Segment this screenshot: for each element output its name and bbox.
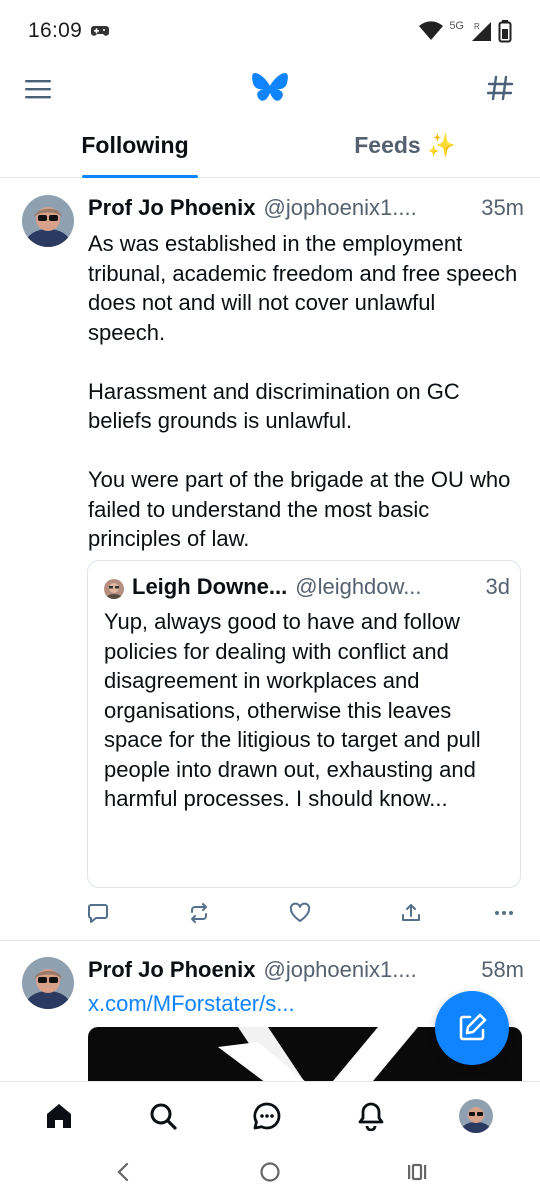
repost-icon: [191, 903, 207, 923]
bluesky-butterfly-icon[interactable]: [250, 68, 290, 108]
system-nav-bar: [0, 1147, 540, 1200]
post-header: Prof Jo Phoenix @jophoenix1.... 58m: [88, 957, 524, 983]
hamburger-menu-icon: [25, 80, 51, 99]
status-right: 5G R: [419, 19, 512, 43]
compose-button[interactable]: [435, 991, 509, 1065]
active-tab-indicator: [82, 175, 198, 178]
quote-author-name: Leigh Downe...: [132, 574, 288, 599]
nav-search[interactable]: [147, 1100, 179, 1132]
quote-author-handle: @leighdow...: [295, 574, 422, 599]
quote-text: Yup, always good to have and follow poli…: [104, 609, 481, 811]
feed-list[interactable]: Prof Jo Phoenix @jophoenix1.... 35m As w…: [0, 179, 540, 1081]
quoted-post[interactable]: Leigh Downe... @leighdow... 3d Yup, alwa…: [87, 560, 521, 888]
like-button[interactable]: [288, 901, 312, 925]
chat-icon: [253, 1102, 281, 1130]
author-name[interactable]: Prof Jo Phoenix: [88, 957, 255, 983]
home-circle-icon: [260, 1162, 280, 1182]
gamepad-icon: [90, 24, 110, 38]
post-text: As was established in the employment tri…: [88, 231, 518, 551]
post-timestamp[interactable]: 58m: [481, 957, 524, 983]
author-avatar[interactable]: [22, 195, 74, 247]
feeds-hash-button[interactable]: [482, 70, 518, 106]
system-recents-button[interactable]: [402, 1157, 432, 1187]
status-time: 16:09: [28, 19, 83, 42]
share-button[interactable]: [399, 901, 423, 925]
network-label: 5G: [449, 20, 464, 32]
compose-icon: [459, 1013, 487, 1041]
notifications-icon: [358, 1102, 384, 1131]
recents-icon: [408, 1163, 427, 1181]
battery-icon: [498, 19, 512, 43]
author-avatar[interactable]: [22, 957, 74, 1009]
app-header: [0, 62, 540, 116]
search-icon: [150, 1103, 177, 1130]
profile-avatar[interactable]: [459, 1099, 493, 1133]
home-icon: [47, 1104, 71, 1128]
feed-post[interactable]: Prof Jo Phoenix @jophoenix1.... 35m As w…: [0, 179, 540, 941]
more-button[interactable]: [492, 901, 516, 925]
post-link[interactable]: x.com/MForstater/s...: [88, 991, 295, 1017]
author-handle[interactable]: @jophoenix1....: [263, 957, 475, 983]
quote-author-avatar: [104, 579, 124, 599]
repost-button[interactable]: [187, 901, 211, 925]
tab-following[interactable]: Following: [0, 118, 270, 177]
hash-icon: [486, 75, 514, 101]
quote-timestamp: 3d: [485, 574, 510, 599]
reply-icon: [88, 904, 108, 923]
signal-icon: R: [470, 20, 492, 42]
author-name[interactable]: Prof Jo Phoenix: [88, 195, 255, 221]
bottom-nav: [0, 1081, 540, 1147]
menu-button[interactable]: [20, 74, 56, 104]
system-home-button[interactable]: [255, 1157, 285, 1187]
status-left: 16:09: [28, 19, 110, 43]
tab-following-label: Following: [81, 132, 189, 158]
tab-feeds[interactable]: Feeds ✨: [270, 118, 540, 177]
quote-header: Leigh Downe... @leighdow... 3d: [132, 574, 510, 600]
nav-chat[interactable]: [251, 1100, 283, 1132]
back-icon: [117, 1162, 129, 1182]
more-icon: [495, 911, 513, 915]
nav-notifications[interactable]: [355, 1100, 387, 1132]
roaming-label: R: [474, 22, 480, 31]
nav-home[interactable]: [43, 1100, 75, 1132]
post-actions: [86, 901, 522, 925]
wifi-icon: [419, 21, 444, 41]
author-handle[interactable]: @jophoenix1....: [263, 195, 475, 221]
status-bar: 16:09 5G R: [0, 0, 540, 62]
system-back-button[interactable]: [108, 1157, 138, 1187]
reply-button[interactable]: [86, 901, 110, 925]
like-icon: [289, 902, 311, 922]
post-timestamp[interactable]: 35m: [481, 195, 524, 221]
feed-tabs: Following Feeds ✨: [0, 118, 540, 178]
share-icon: [402, 904, 420, 921]
post-header: Prof Jo Phoenix @jophoenix1.... 35m: [88, 195, 524, 221]
tab-feeds-label: Feeds ✨: [354, 132, 456, 158]
